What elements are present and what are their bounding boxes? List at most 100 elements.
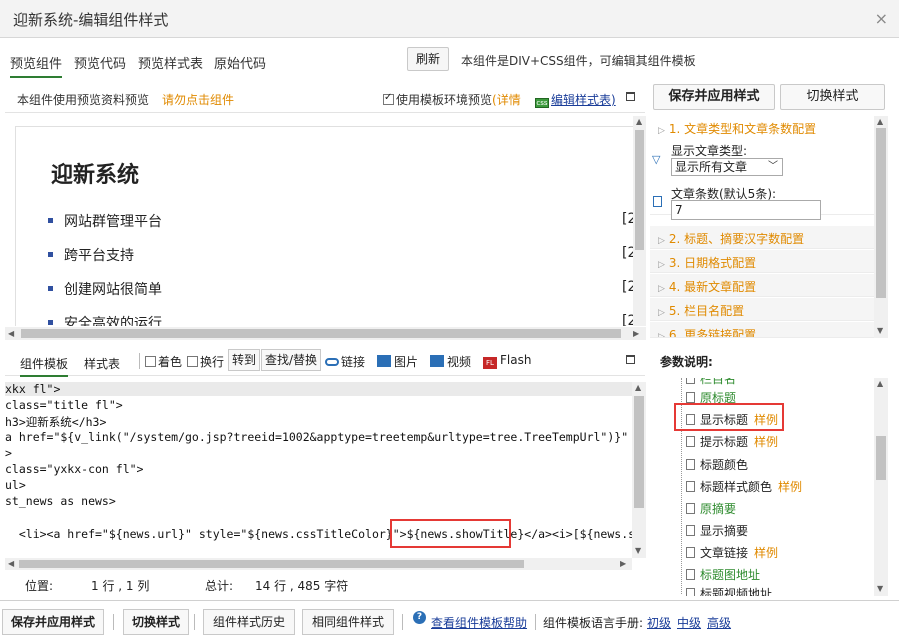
scroll-left-icon[interactable]: ◀ [8,559,14,568]
scroll-down-icon[interactable]: ▼ [877,584,883,593]
document-icon [686,459,695,470]
code-line: class="yxkx-con fl"> [5,462,144,476]
tab-stylesheet[interactable]: 样式表 [84,355,120,372]
scroll-right-icon[interactable]: ▶ [620,559,626,568]
document-icon [686,588,695,596]
param-item[interactable]: 显示摘要 [686,522,748,539]
scroll-up-icon[interactable]: ▲ [877,117,883,126]
expand-triangle-icon: ▷ [658,308,665,318]
config-vertical-scrollbar[interactable]: ▲ ▼ [874,116,888,338]
preview-vertical-scrollbar[interactable]: ▲ [633,116,646,326]
article-type-select[interactable]: 显示所有文章 ﹀ [671,158,783,176]
param-item[interactable]: 标题图地址 [686,566,760,583]
help-icon[interactable]: ? [413,611,426,624]
css-icon: css [535,98,549,108]
manual-advanced-link[interactable]: 高级 [707,614,731,631]
scroll-left-icon[interactable]: ◀ [8,329,14,338]
preview-date-bracket: [2 [622,313,633,326]
wrap-option[interactable]: 换行 [187,353,224,370]
template-help-link[interactable]: 查看组件模板帮助 [431,614,527,631]
maximize-preview-icon[interactable] [626,92,635,101]
section-header[interactable]: ▷ 1. 文章类型和文章条数配置 [658,120,816,137]
expand-triangle-icon: ▷ [658,332,665,338]
preview-list-item: 跨平台支持 [48,245,134,265]
example-link[interactable]: 样例 [754,546,778,560]
scroll-thumb[interactable] [19,560,524,568]
insert-link-button[interactable]: 链接 [325,353,365,370]
section-latest-article[interactable]: ▷ 4. 最新文章配置 [650,274,874,297]
template-code-editor[interactable]: xkx fl"> class="title fl"> h3>迎新系统</h3> … [5,382,632,558]
example-link[interactable]: 样例 [754,435,778,449]
tab-preview-component[interactable]: 预览组件 [10,53,63,78]
manual-basic-link[interactable]: 初级 [647,614,671,631]
scroll-down-icon[interactable]: ▼ [877,326,883,335]
template-env-option[interactable]: 使用模板环境预览(详情 [383,91,521,108]
insert-image-button[interactable]: 图片 [377,353,418,370]
switch-style-button[interactable]: 切换样式 [780,84,885,110]
section-column-name[interactable]: ▷ 5. 栏目名配置 [650,298,874,321]
close-icon[interactable]: × [875,9,888,28]
scroll-down-icon[interactable]: ▼ [635,546,641,555]
tab-preview-stylesheet[interactable]: 预览样式表 [138,53,203,72]
template-env-checkbox[interactable] [383,92,394,105]
scroll-up-icon[interactable]: ▲ [877,379,883,388]
section-title: 1. 文章类型和文章条数配置 [668,122,817,136]
save-apply-style-button[interactable]: 保存并应用样式 [653,84,775,110]
footer-save-apply-button[interactable]: 保存并应用样式 [2,609,104,635]
param-item[interactable]: 栏目名 [686,378,736,387]
param-label: 显示摘要 [700,524,749,538]
wrap-checkbox[interactable] [187,356,198,367]
scroll-thumb[interactable] [876,436,886,480]
image-label: 图片 [394,355,419,369]
expand-triangle-icon: ▷ [658,284,665,294]
section-title-summary-chars[interactable]: ▷ 2. 标题、摘要汉字数配置 [650,226,874,249]
scroll-up-icon[interactable]: ▲ [636,117,642,126]
example-link[interactable]: 样例 [778,480,802,494]
footer-switch-style-button[interactable]: 切换样式 [123,609,189,635]
find-replace-button[interactable]: 查找/替换 [261,349,322,371]
params-title: 参数说明: [660,355,713,369]
style-history-button[interactable]: 组件样式历史 [203,609,295,635]
param-item[interactable]: 标题样式颜色 样例 [686,478,802,495]
preview-list-item: 网站群管理平台 [48,211,162,231]
scroll-thumb[interactable] [876,128,886,298]
section-more-links[interactable]: ▷ 6. 更多链接配置 [650,322,874,338]
scroll-thumb[interactable] [634,396,644,508]
section-date-format[interactable]: ▷ 3. 日期格式配置 [650,250,874,273]
param-item[interactable]: 标题图地址标题视频地址 [686,585,772,596]
preview-list-item: 安全高效的运行 [48,313,162,326]
footer-divider [535,614,536,630]
code-vertical-scrollbar[interactable]: ▲ ▼ [632,382,646,558]
article-count-input[interactable]: 7 [671,200,821,220]
video-label: 视频 [447,355,472,369]
same-component-style-button[interactable]: 相同组件样式 [302,609,394,635]
insert-video-button[interactable]: 视频 [430,353,471,370]
maximize-editor-icon[interactable] [626,355,635,364]
edit-stylesheet-link[interactable]: css 编辑样式表) [535,91,616,108]
refresh-button[interactable]: 刷新 [407,47,449,71]
params-vertical-scrollbar[interactable]: ▲ ▼ [874,378,888,596]
preview-horizontal-scrollbar[interactable]: ◀ ▶ [5,327,646,340]
insert-flash-button[interactable]: FL Flash [483,353,531,369]
tab-preview-code[interactable]: 预览代码 [74,53,126,72]
param-item[interactable]: 标题颜色 [686,456,748,473]
tab-original-code[interactable]: 原始代码 [214,53,266,72]
scroll-thumb[interactable] [635,130,644,250]
document-icon [686,481,695,492]
tab-component-template[interactable]: 组件模板 [20,355,69,377]
coloring-option[interactable]: 着色 [145,353,182,370]
coloring-checkbox[interactable] [145,356,156,367]
scroll-thumb[interactable] [21,329,621,338]
link-icon [325,358,339,366]
param-item[interactable]: 提示标题 样例 [686,433,778,450]
scroll-right-icon[interactable]: ▶ [633,329,639,338]
param-item[interactable]: 原摘要 [686,500,736,517]
footer-divider [402,614,403,630]
detail-link[interactable]: (详情 [492,93,521,107]
param-item[interactable]: 文章链接 样例 [686,544,778,561]
scroll-up-icon[interactable]: ▲ [635,383,641,392]
manual-intermediate-link[interactable]: 中级 [677,614,701,631]
code-horizontal-scrollbar[interactable]: ◀ ▶ [5,558,632,570]
code-line: class="title fl"> [5,398,123,412]
goto-button[interactable]: 转到 [228,349,261,371]
